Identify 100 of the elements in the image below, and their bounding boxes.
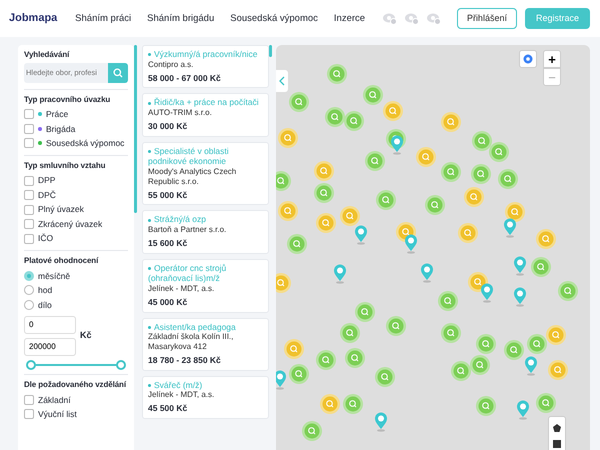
zoom-in-button[interactable]: + xyxy=(543,50,561,68)
location-pin-icon[interactable] xyxy=(374,412,388,432)
map-marker-icon[interactable] xyxy=(314,183,334,204)
job-card[interactable]: Výzkumný/á pracovník/nice Contipro a.s. 58 000 - 67 000 Kč xyxy=(142,45,269,88)
map-marker-icon[interactable] xyxy=(320,394,340,414)
map-marker-icon[interactable] xyxy=(558,281,578,302)
scrollbar-thumb[interactable] xyxy=(269,45,272,57)
map-marker-icon[interactable] xyxy=(530,257,551,278)
eye-icon[interactable] xyxy=(382,12,397,24)
search-button[interactable] xyxy=(108,62,128,83)
map-marker-icon[interactable] xyxy=(526,334,547,354)
location-pin-icon[interactable] xyxy=(390,135,404,155)
map-marker-icon[interactable] xyxy=(340,206,360,226)
nav-link[interactable]: Sháním brigádu xyxy=(147,12,214,24)
map-marker-icon[interactable] xyxy=(546,325,566,346)
location-pin-icon[interactable] xyxy=(480,283,494,303)
map-marker-icon[interactable] xyxy=(505,202,526,222)
checkbox[interactable] xyxy=(24,124,34,134)
option-label[interactable]: Zkrácený úvazek xyxy=(38,218,102,230)
slider-handle[interactable] xyxy=(116,360,126,370)
checkbox[interactable] xyxy=(24,109,34,120)
map-marker-icon[interactable] xyxy=(471,164,491,184)
checkbox[interactable] xyxy=(24,204,34,215)
map-marker-icon[interactable] xyxy=(386,316,406,336)
map-marker-icon[interactable] xyxy=(326,64,347,84)
checkbox[interactable] xyxy=(24,190,34,200)
option-label[interactable]: Brigáda xyxy=(46,124,76,134)
radio-button[interactable] xyxy=(24,300,34,310)
map-marker-icon[interactable] xyxy=(289,92,310,112)
job-card[interactable]: Řidič/ka + práce na počítači AUTO-TRIM s.r.o. 30 000 Kč xyxy=(142,93,269,136)
option-label[interactable]: Sousedská výpomoc xyxy=(46,138,124,149)
job-card[interactable]: Operátor cnc strojů (ohraňovací lis)m/ž Jelínek - MDT, a.s. 45 000 Kč xyxy=(142,258,269,312)
map-marker-icon[interactable] xyxy=(276,273,291,293)
map-marker-icon[interactable] xyxy=(504,340,524,360)
map-marker-icon[interactable] xyxy=(458,222,478,243)
option-label[interactable]: měsíčně xyxy=(38,270,70,281)
map-marker-icon[interactable] xyxy=(362,84,383,105)
map-marker-icon[interactable] xyxy=(376,190,396,210)
checkbox[interactable] xyxy=(24,234,34,244)
job-card[interactable]: Strážný/á ozp Bartoň a Partner s.r.o. 15 600 Kč xyxy=(142,210,269,254)
checkbox[interactable] xyxy=(24,394,34,405)
draw-toolbar[interactable] xyxy=(548,416,566,450)
map-marker-icon[interactable] xyxy=(425,194,445,215)
max-salary-field[interactable]: 200000 xyxy=(24,338,76,356)
map-marker-icon[interactable] xyxy=(316,212,336,233)
option-label[interactable]: Plný úvazek xyxy=(38,204,84,215)
location-pin-icon[interactable] xyxy=(420,263,434,284)
map-marker-icon[interactable] xyxy=(340,322,360,343)
map-marker-icon[interactable] xyxy=(498,169,518,189)
option-label[interactable]: Základní xyxy=(38,394,71,405)
map-marker-icon[interactable] xyxy=(438,291,458,312)
map-marker-icon[interactable] xyxy=(383,100,403,121)
map-marker-icon[interactable] xyxy=(451,360,471,381)
login-button[interactable]: Přihlášení xyxy=(456,8,517,29)
map-marker-icon[interactable] xyxy=(286,234,307,254)
option-label[interactable]: DPČ xyxy=(38,190,56,200)
map-marker-icon[interactable] xyxy=(476,334,496,354)
option-label[interactable]: Práce xyxy=(46,109,68,120)
map-marker-icon[interactable] xyxy=(470,355,490,375)
map-marker-icon[interactable] xyxy=(548,360,568,380)
location-pin-icon[interactable] xyxy=(354,225,368,245)
slider-handle[interactable] xyxy=(26,360,36,370)
nav-link[interactable]: Inzerce xyxy=(334,12,366,24)
map-marker-icon[interactable] xyxy=(365,150,385,171)
nav-link[interactable]: Sháním práci xyxy=(75,12,132,24)
polygon-icon[interactable] xyxy=(553,424,561,432)
map-marker-icon[interactable] xyxy=(441,112,462,132)
map-marker-icon[interactable] xyxy=(325,107,346,127)
map-marker-icon[interactable] xyxy=(284,338,304,359)
map-marker-icon[interactable] xyxy=(354,302,375,322)
location-pin-icon[interactable] xyxy=(333,264,347,284)
location-pin-icon[interactable] xyxy=(513,256,528,276)
map-marker-icon[interactable] xyxy=(314,161,334,181)
logo[interactable]: Jobmapa xyxy=(9,12,58,26)
radio-button[interactable] xyxy=(24,285,34,296)
radio-button[interactable] xyxy=(24,270,34,281)
checkbox[interactable] xyxy=(24,176,34,186)
option-label[interactable]: IČO xyxy=(38,233,54,244)
map-marker-icon[interactable] xyxy=(302,420,322,441)
square-icon[interactable] xyxy=(553,440,561,448)
option-label[interactable]: DPP xyxy=(38,175,56,186)
map-marker-icon[interactable] xyxy=(489,142,510,162)
location-pin-icon[interactable] xyxy=(513,286,527,307)
map-marker-icon[interactable] xyxy=(416,146,436,167)
map-marker-icon[interactable] xyxy=(464,187,484,207)
min-salary-field[interactable]: 0 xyxy=(24,316,76,334)
option-label[interactable]: dílo xyxy=(38,300,52,310)
map-marker-icon[interactable] xyxy=(278,128,298,148)
map-marker-icon[interactable] xyxy=(440,162,461,182)
collapse-button[interactable] xyxy=(276,70,288,92)
map-marker-icon[interactable] xyxy=(536,229,556,249)
location-pin-icon[interactable] xyxy=(524,356,538,376)
map-marker-icon[interactable] xyxy=(472,130,492,151)
job-card[interactable]: Asistent/ka pedagoga Základní škola Kolín III., Masarykova 412 18 780 - 23 850 Kč xyxy=(142,318,269,371)
map-marker-icon[interactable] xyxy=(536,393,556,413)
map-marker-icon[interactable] xyxy=(289,364,310,384)
checkbox[interactable] xyxy=(24,138,34,148)
map-marker-icon[interactable] xyxy=(476,396,496,416)
map-marker-icon[interactable] xyxy=(316,350,336,370)
map-marker-icon[interactable] xyxy=(344,110,364,131)
